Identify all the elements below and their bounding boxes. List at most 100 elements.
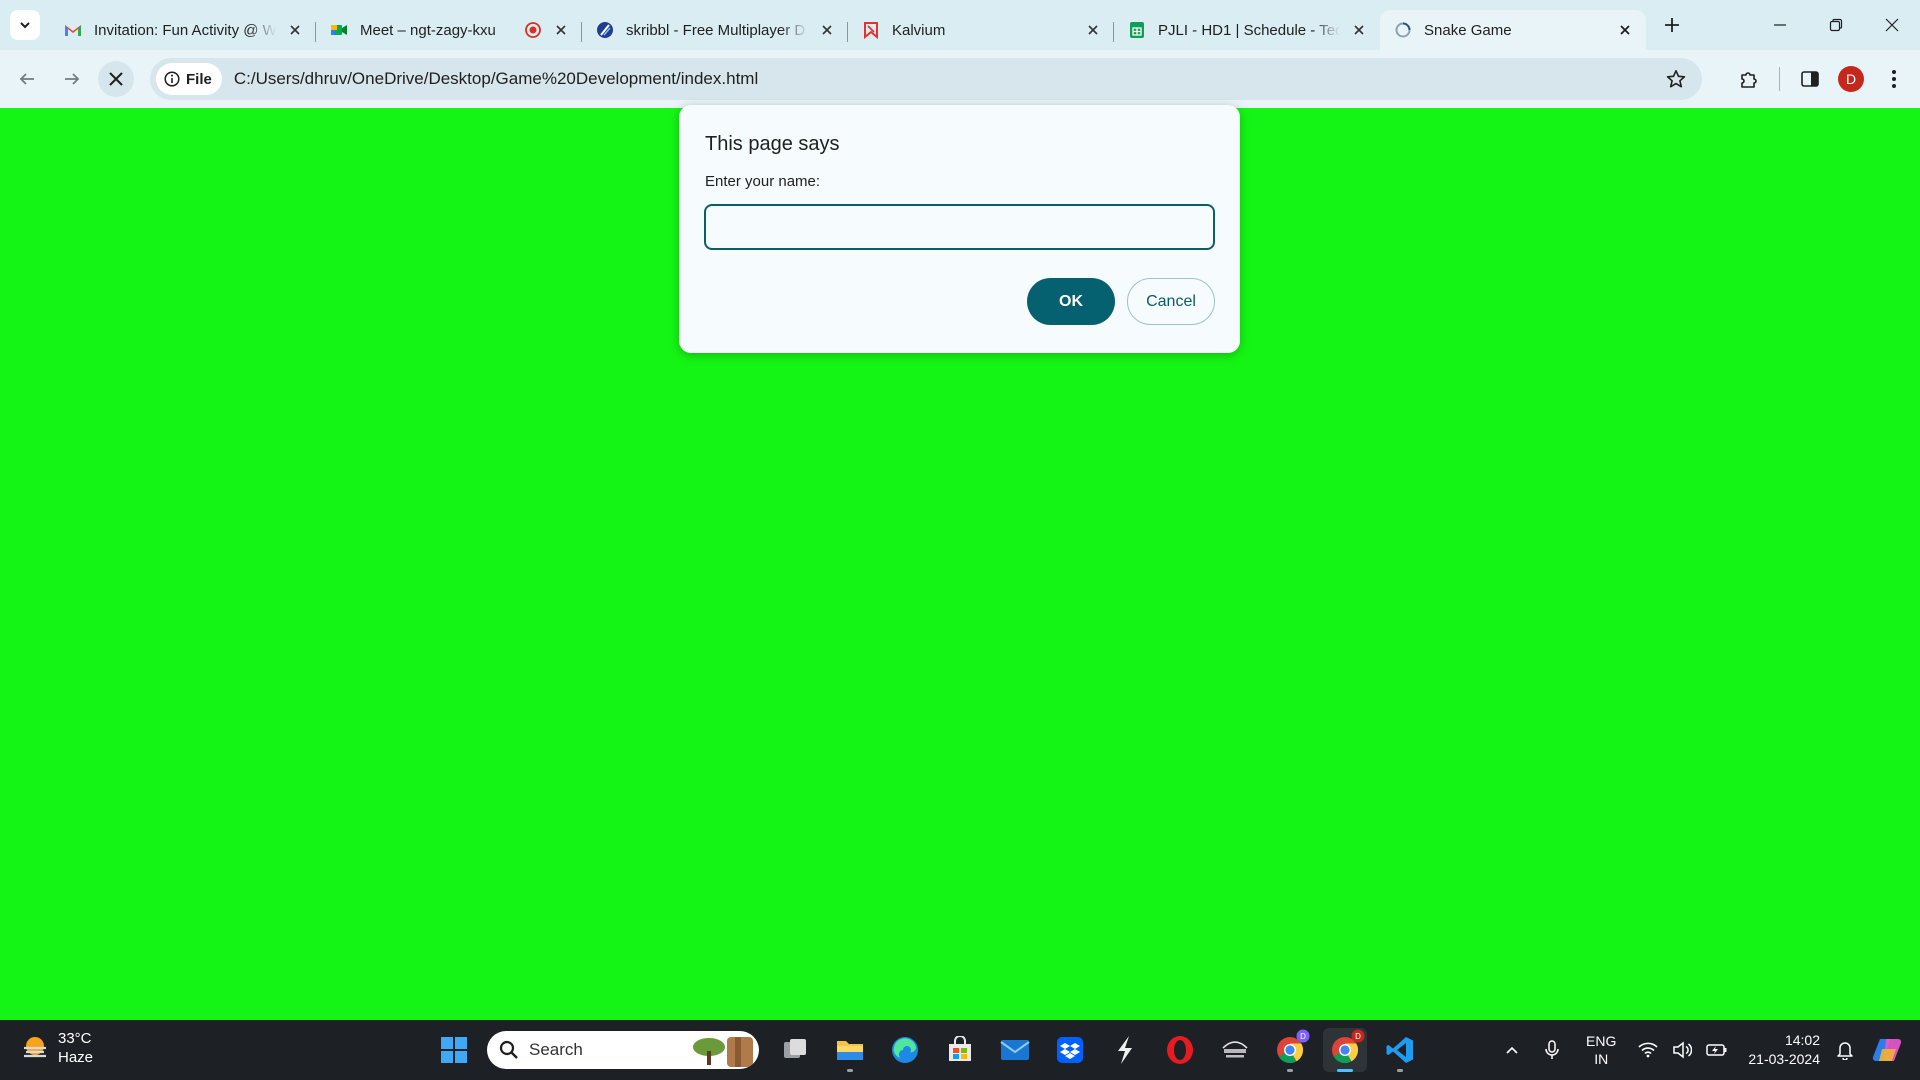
close-icon[interactable] [1350, 21, 1368, 39]
microphone-icon [1545, 1040, 1559, 1059]
toolbar-divider [1779, 67, 1780, 91]
tab-gmail[interactable]: Invitation: Fun Activity @ W [50, 10, 316, 50]
clock[interactable]: 14:02 21-03-2024 [1748, 1031, 1820, 1069]
vscode-icon [1386, 1037, 1413, 1063]
search-highlight-icon [693, 1037, 753, 1067]
puzzle-icon [1741, 72, 1757, 88]
clock-time: 14:02 [1784, 1032, 1820, 1048]
taskbar-store[interactable] [938, 1028, 982, 1072]
taskbar-mail[interactable] [993, 1028, 1037, 1072]
bookmark-button[interactable] [1658, 61, 1694, 97]
close-icon[interactable] [818, 21, 836, 39]
taskbar-hotstar[interactable] [1213, 1028, 1257, 1072]
disney-hotstar-icon [1222, 1041, 1248, 1058]
info-icon [164, 71, 180, 87]
stop-loading-button[interactable] [98, 61, 134, 97]
language-indicator[interactable]: ENG IN [1586, 1032, 1616, 1068]
battery-button[interactable] [1706, 1043, 1728, 1057]
tab-sheets[interactable]: PJLI - HD1 | Schedule - Tec [1114, 10, 1380, 50]
prompt-dialog: This page says Enter your name: OK Cance… [679, 105, 1240, 353]
cancel-button[interactable]: Cancel [1127, 278, 1215, 325]
tab-snake-game[interactable]: Snake Game [1380, 10, 1646, 50]
notifications-button[interactable] [1836, 1040, 1854, 1060]
tab-meet[interactable]: Meet – ngt-zagy-kxu [316, 10, 582, 50]
toolbar-actions: D [1719, 50, 1920, 108]
task-view-button[interactable] [773, 1028, 817, 1072]
clock-date: 21-03-2024 [1748, 1051, 1820, 1067]
google-meet-icon [331, 25, 347, 35]
kalvium-icon [864, 22, 878, 39]
bell-icon [1837, 1042, 1853, 1060]
close-icon [1885, 18, 1899, 32]
site-info-chip[interactable]: File [156, 63, 222, 95]
profile-avatar[interactable]: D [1838, 66, 1864, 92]
chevron-down-icon [20, 22, 30, 29]
folder-icon [837, 1041, 863, 1060]
close-icon[interactable] [1084, 21, 1102, 39]
close-icon[interactable] [286, 21, 304, 39]
active-indicator [1337, 1069, 1353, 1072]
arrow-right-icon [65, 73, 80, 85]
taskbar: 33°C Haze Search D D ENG IN 14:02 21-03-… [0, 1020, 1920, 1080]
tab-title: Snake Game [1424, 21, 1512, 39]
running-indicator [847, 1069, 853, 1072]
address-bar[interactable]: File C:/Users/dhruv/OneDrive/Desktop/Gam… [150, 58, 1702, 100]
mail-icon [1000, 1040, 1030, 1060]
show-hidden-icons[interactable] [1504, 1042, 1520, 1058]
close-icon [109, 72, 123, 86]
taskbar-chrome-profile-2[interactable]: D [1268, 1028, 1312, 1072]
taskbar-opera[interactable] [1158, 1028, 1202, 1072]
start-button[interactable] [432, 1028, 476, 1072]
running-indicator [1287, 1069, 1293, 1072]
minimize-button[interactable] [1752, 0, 1808, 50]
svg-text:D: D [1355, 1032, 1361, 1041]
forward-button[interactable] [54, 61, 90, 97]
browser-toolbar: File C:/Users/dhruv/OneDrive/Desktop/Gam… [0, 50, 1920, 108]
taskbar-app-bolt[interactable] [1103, 1028, 1147, 1072]
weather-temperature: 33°C [58, 1030, 92, 1047]
wifi-icon [1638, 1042, 1658, 1058]
edge-icon [892, 1037, 918, 1063]
tab-strip: Invitation: Fun Activity @ W Meet – ngt-… [0, 0, 1920, 50]
recording-icon [525, 22, 541, 38]
side-panel-icon [1801, 71, 1819, 87]
menu-button[interactable] [1874, 59, 1914, 99]
ok-button[interactable]: OK [1027, 278, 1115, 325]
url-text[interactable]: C:/Users/dhruv/OneDrive/Desktop/Game%20D… [234, 69, 1658, 89]
taskbar-dropbox[interactable] [1048, 1028, 1092, 1072]
taskbar-chrome-active[interactable]: D [1323, 1028, 1367, 1072]
taskbar-vscode[interactable] [1378, 1028, 1422, 1072]
restore-button[interactable] [1808, 0, 1864, 50]
taskbar-edge[interactable] [883, 1028, 927, 1072]
name-input[interactable] [704, 204, 1215, 250]
new-tab-button[interactable] [1656, 9, 1688, 41]
close-window-button[interactable] [1864, 0, 1920, 50]
close-icon[interactable] [1616, 21, 1634, 39]
copilot-button[interactable] [1872, 1035, 1902, 1065]
minimize-icon [1774, 24, 1786, 26]
tab-search-button[interactable] [10, 10, 40, 40]
weather-description: Haze [58, 1049, 94, 1066]
weather-widget[interactable]: 33°C Haze [20, 1029, 93, 1067]
volume-button[interactable] [1672, 1041, 1693, 1059]
back-button[interactable] [9, 61, 45, 97]
tab-skribbl[interactable]: skribbl - Free Multiplayer D [582, 10, 848, 50]
network-button[interactable] [1638, 1042, 1658, 1058]
system-tray: ENG IN 14:02 21-03-2024 [1504, 1020, 1920, 1080]
site-chip-label: File [186, 70, 212, 88]
side-panel-button[interactable] [1790, 59, 1830, 99]
close-icon[interactable] [552, 21, 570, 39]
tab-list: Invitation: Fun Activity @ W Meet – ngt-… [50, 0, 1646, 50]
extensions-button[interactable] [1729, 59, 1769, 99]
haze-sun-icon [24, 1037, 46, 1058]
taskbar-search[interactable]: Search [487, 1031, 759, 1069]
profile-badge-icon: D [1296, 1029, 1310, 1043]
taskbar-file-explorer[interactable] [828, 1028, 872, 1072]
task-view-icon [784, 1039, 806, 1058]
tab-kalvium[interactable]: Kalvium [848, 10, 1114, 50]
gmail-icon [65, 25, 81, 36]
tab-title: Meet – ngt-zagy-kxu [360, 21, 496, 39]
microphone-indicator[interactable] [1544, 1040, 1560, 1060]
star-icon [1666, 70, 1686, 88]
language-code: ENG [1586, 1033, 1617, 1049]
